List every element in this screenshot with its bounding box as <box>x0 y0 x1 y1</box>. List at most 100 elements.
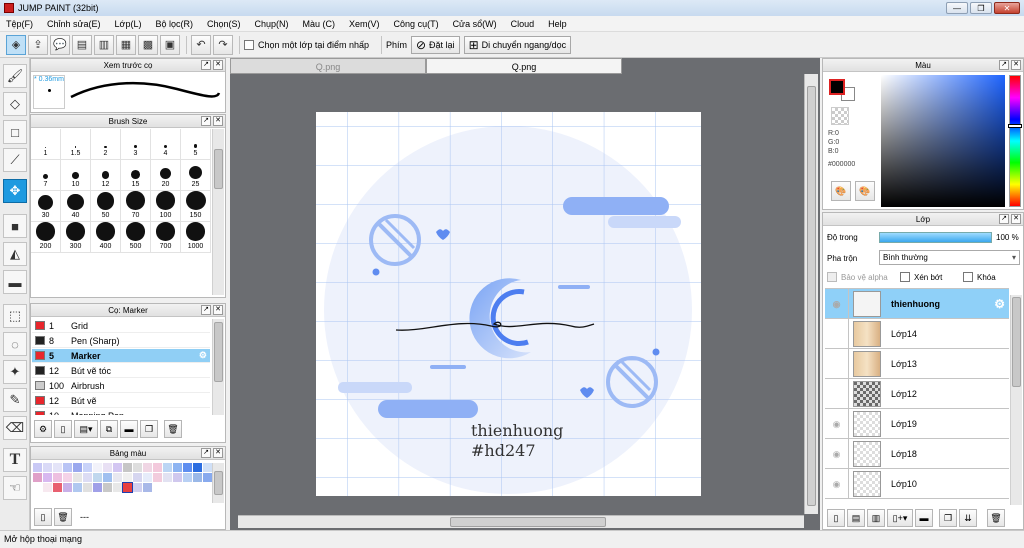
brush-size-cell[interactable]: 30 <box>31 191 61 222</box>
menu-tools[interactable]: Công cụ(T) <box>394 19 439 29</box>
menu-select[interactable]: Chọn(S) <box>207 19 241 29</box>
palette-swatch[interactable] <box>43 463 52 472</box>
brush-size-cell[interactable]: 5 <box>181 129 211 160</box>
palette-swatch[interactable] <box>43 483 52 492</box>
close-panel-icon[interactable]: ✕ <box>213 448 223 458</box>
brush-settings-icon[interactable]: ⚙ <box>34 420 52 438</box>
comment-icon[interactable]: ▤ <box>72 34 92 55</box>
scroll-thumb[interactable] <box>214 322 223 382</box>
menu-edit[interactable]: Chỉnh sửa(E) <box>47 19 101 29</box>
new-brush-icon[interactable]: ▯ <box>54 420 72 438</box>
lasso-tool-icon[interactable]: ◌ <box>3 332 27 356</box>
eraser-tool-icon[interactable]: ◇ <box>3 92 27 116</box>
clip-checkbox[interactable] <box>900 272 910 282</box>
layer-row[interactable]: ◉ Lớp10 <box>825 468 1009 499</box>
canvas-horizontal-scrollbar[interactable] <box>238 515 804 528</box>
duplicate-icon[interactable]: ❐ <box>140 420 158 438</box>
brush-size-cell[interactable]: 10 <box>61 160 91 191</box>
brush-item[interactable]: 1 Grid <box>32 319 210 333</box>
scroll-thumb[interactable] <box>450 517 606 527</box>
brush-size-cell[interactable]: 40 <box>61 191 91 222</box>
close-panel-icon[interactable]: ✕ <box>213 116 223 126</box>
clip-option[interactable]: Xén bớt <box>900 272 942 282</box>
palette-swatch[interactable] <box>113 463 122 472</box>
transparent-swatch[interactable] <box>831 107 849 125</box>
undo-icon[interactable]: ↶ <box>191 34 211 55</box>
visibility-icon[interactable]: ◉ <box>825 408 849 439</box>
palette-swatch[interactable] <box>103 483 112 492</box>
palette-swatch[interactable] <box>123 463 132 472</box>
brush-size-cell[interactable]: 300 <box>61 222 91 253</box>
line-tool-icon[interactable]: ⟋ <box>3 148 27 172</box>
lock-checkbox[interactable] <box>963 272 973 282</box>
brush-size-cell[interactable]: 700 <box>151 222 181 253</box>
undock-icon[interactable]: ↗ <box>201 448 211 458</box>
palette-swatch[interactable] <box>53 463 62 472</box>
protect-alpha-checkbox[interactable] <box>827 272 837 282</box>
palette-swatch[interactable] <box>133 473 142 482</box>
layer-folder-icon[interactable]: ▬ <box>915 509 933 527</box>
brush-size-cell[interactable]: 150 <box>181 191 211 222</box>
brush-item[interactable]: 12 Bút vẽ <box>32 394 210 408</box>
brush-menu-icon[interactable]: ▤▾ <box>74 420 98 438</box>
layer-list-scrollbar[interactable] <box>1010 295 1022 505</box>
close-panel-icon[interactable]: ✕ <box>1011 60 1021 70</box>
move-tool-icon[interactable]: ✥ <box>3 179 27 203</box>
layer-row[interactable]: Lớp14 <box>825 318 1009 349</box>
protect-alpha-option[interactable]: Bảo vệ alpha <box>827 272 888 282</box>
brush-size-cell[interactable]: 20 <box>151 160 181 191</box>
palette-swatch[interactable] <box>33 463 42 472</box>
undock-icon[interactable]: ↗ <box>201 116 211 126</box>
scroll-thumb[interactable] <box>214 149 223 189</box>
speech-bubble-icon[interactable]: 💬 <box>50 34 70 55</box>
brush-list-scrollbar[interactable] <box>212 319 224 415</box>
layout-icon[interactable]: ▣ <box>160 34 180 55</box>
hue-slider[interactable] <box>1008 75 1022 207</box>
undock-icon[interactable]: ↗ <box>999 214 1009 224</box>
hue-handle[interactable] <box>1008 124 1022 128</box>
gradient-tool-icon[interactable]: ▬ <box>3 270 27 294</box>
brush-size-cell[interactable]: 400 <box>91 222 121 253</box>
brush-size-cell[interactable]: 100 <box>151 191 181 222</box>
text-tool-icon[interactable]: T <box>3 448 27 472</box>
foreground-color-swatch[interactable] <box>829 79 845 95</box>
document-icon[interactable]: ▦ <box>116 34 136 55</box>
gear-icon[interactable]: ⚙ <box>199 350 207 361</box>
maximize-button[interactable]: ❐ <box>970 2 992 14</box>
palette-swatch[interactable] <box>153 473 162 482</box>
brush-item[interactable]: 10Mapping Pen <box>32 409 210 415</box>
add-color-icon[interactable]: ▯ <box>34 508 52 526</box>
snap-icon[interactable]: ◈ <box>6 34 26 55</box>
brush-size-scrollbar[interactable] <box>212 129 224 295</box>
palette-swatch[interactable] <box>73 483 82 492</box>
saturation-value-picker[interactable] <box>881 75 1005 207</box>
gear-icon[interactable]: ⚙ <box>994 297 1005 311</box>
palette-swatch[interactable] <box>143 463 152 472</box>
palette-swatch[interactable] <box>193 473 202 482</box>
merge-layer-icon[interactable]: ⇊ <box>959 509 977 527</box>
palette-swatch[interactable] <box>122 482 133 493</box>
layer-row[interactable]: Lớp12 <box>825 378 1009 409</box>
palette-swatch[interactable] <box>73 463 82 472</box>
palette-swatch[interactable] <box>173 473 182 482</box>
palette-swatch[interactable] <box>53 483 62 492</box>
canvas-image[interactable]: thienhuong #hd247 <box>316 112 701 496</box>
palette-swatch[interactable] <box>163 463 172 472</box>
folder-icon[interactable]: ▬ <box>120 420 138 438</box>
select-layer-checkbox[interactable] <box>244 39 254 50</box>
scroll-thumb[interactable] <box>214 471 223 495</box>
palette-picker-icon[interactable]: 🎨 <box>831 181 851 201</box>
palette-swatch[interactable] <box>153 463 162 472</box>
visibility-icon[interactable] <box>825 318 849 349</box>
close-button[interactable]: ✕ <box>994 2 1020 14</box>
duplicate-layer-icon[interactable]: ❐ <box>939 509 957 527</box>
menu-color[interactable]: Màu (C) <box>303 19 336 29</box>
layer-menu-icon[interactable]: ▯+▾ <box>887 509 913 527</box>
menu-help[interactable]: Help <box>548 19 567 29</box>
brush-size-cell[interactable]: 200 <box>31 222 61 253</box>
scroll-thumb[interactable] <box>807 86 816 506</box>
brush-size-cell[interactable]: 50 <box>91 191 121 222</box>
menu-layer[interactable]: Lớp(L) <box>115 19 142 29</box>
visibility-icon[interactable]: ◉ <box>825 289 849 319</box>
palette-swatch[interactable] <box>173 463 182 472</box>
